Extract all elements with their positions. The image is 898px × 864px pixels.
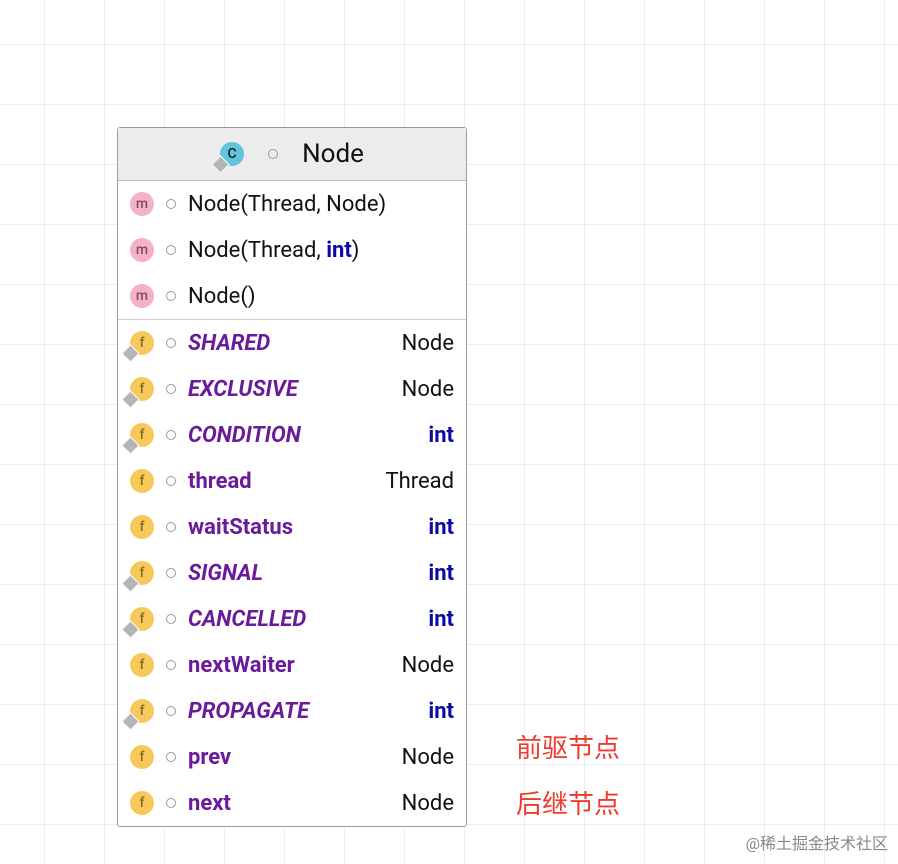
watermark: @稀土掘金技术社区 (746, 830, 888, 854)
class-icon: C (220, 142, 244, 166)
field-type: int (428, 699, 454, 724)
modifier-dot (166, 245, 176, 255)
field-row: f nextWaiter Node (118, 642, 466, 688)
field-type: Node (402, 745, 454, 770)
field-icon: f (130, 331, 154, 355)
method-signature: Node() (188, 284, 256, 309)
field-row: f waitStatus int (118, 504, 466, 550)
field-type: Node (402, 653, 454, 678)
method-icon: m (130, 192, 154, 216)
method-row: m Node(Thread, int) (118, 227, 466, 273)
field-name: PROPAGATE (188, 699, 309, 724)
field-icon: f (130, 791, 154, 815)
modifier-dot (166, 568, 176, 578)
field-row: f SIGNAL int (118, 550, 466, 596)
field-name: nextWaiter (188, 653, 295, 678)
field-name: SHARED (188, 331, 270, 356)
field-row: f thread Thread (118, 458, 466, 504)
field-name: waitStatus (188, 515, 293, 540)
field-type: int (428, 515, 454, 540)
annotation-next: 后继节点 (516, 784, 620, 821)
modifier-dot (166, 614, 176, 624)
field-icon: f (130, 699, 154, 723)
class-name: Node (302, 139, 364, 169)
field-row: f CANCELLED int (118, 596, 466, 642)
field-row: f next Node (118, 780, 466, 826)
modifier-dot (166, 522, 176, 532)
modifier-dot (268, 149, 278, 159)
field-icon: f (130, 377, 154, 401)
field-row: f prev Node (118, 734, 466, 780)
modifier-dot (166, 798, 176, 808)
modifier-dot (166, 338, 176, 348)
field-row: f EXCLUSIVE Node (118, 366, 466, 412)
modifier-dot (166, 199, 176, 209)
field-name: SIGNAL (188, 561, 263, 586)
field-icon: f (130, 561, 154, 585)
field-icon: f (130, 469, 154, 493)
field-row: f SHARED Node (118, 320, 466, 366)
field-row: f PROPAGATE int (118, 688, 466, 734)
class-diagram-panel: C Node m Node(Thread, Node) m Node(Thread, … (117, 127, 467, 827)
method-signature: Node(Thread, int) (188, 238, 359, 263)
method-icon: m (130, 238, 154, 262)
modifier-dot (166, 384, 176, 394)
modifier-dot (166, 430, 176, 440)
method-signature: Node(Thread, Node) (188, 192, 386, 217)
field-type: int (428, 561, 454, 586)
field-name: thread (188, 469, 252, 494)
field-type: int (428, 423, 454, 448)
field-type: int (428, 607, 454, 632)
modifier-dot (166, 660, 176, 670)
modifier-dot (166, 476, 176, 486)
class-header: C Node (118, 128, 466, 181)
field-icon: f (130, 607, 154, 631)
field-name: next (188, 791, 231, 816)
methods-section: m Node(Thread, Node) m Node(Thread, int) m No… (118, 181, 466, 320)
field-type: Node (402, 377, 454, 402)
field-type: Node (402, 331, 454, 356)
fields-section: f SHARED Node f EXCLUSIVE Node f CONDITION int f t… (118, 320, 466, 826)
modifier-dot (166, 752, 176, 762)
field-icon: f (130, 423, 154, 447)
field-icon: f (130, 515, 154, 539)
modifier-dot (166, 291, 176, 301)
field-type: Thread (385, 469, 454, 494)
field-name: CONDITION (188, 423, 301, 448)
method-row: m Node(Thread, Node) (118, 181, 466, 227)
annotation-prev: 前驱节点 (516, 728, 620, 765)
field-type: Node (402, 791, 454, 816)
field-row: f CONDITION int (118, 412, 466, 458)
field-name: prev (188, 745, 231, 770)
field-icon: f (130, 745, 154, 769)
modifier-dot (166, 706, 176, 716)
field-icon: f (130, 653, 154, 677)
field-name: CANCELLED (188, 607, 306, 632)
method-row: m Node() (118, 273, 466, 319)
field-name: EXCLUSIVE (188, 377, 298, 402)
method-icon: m (130, 284, 154, 308)
